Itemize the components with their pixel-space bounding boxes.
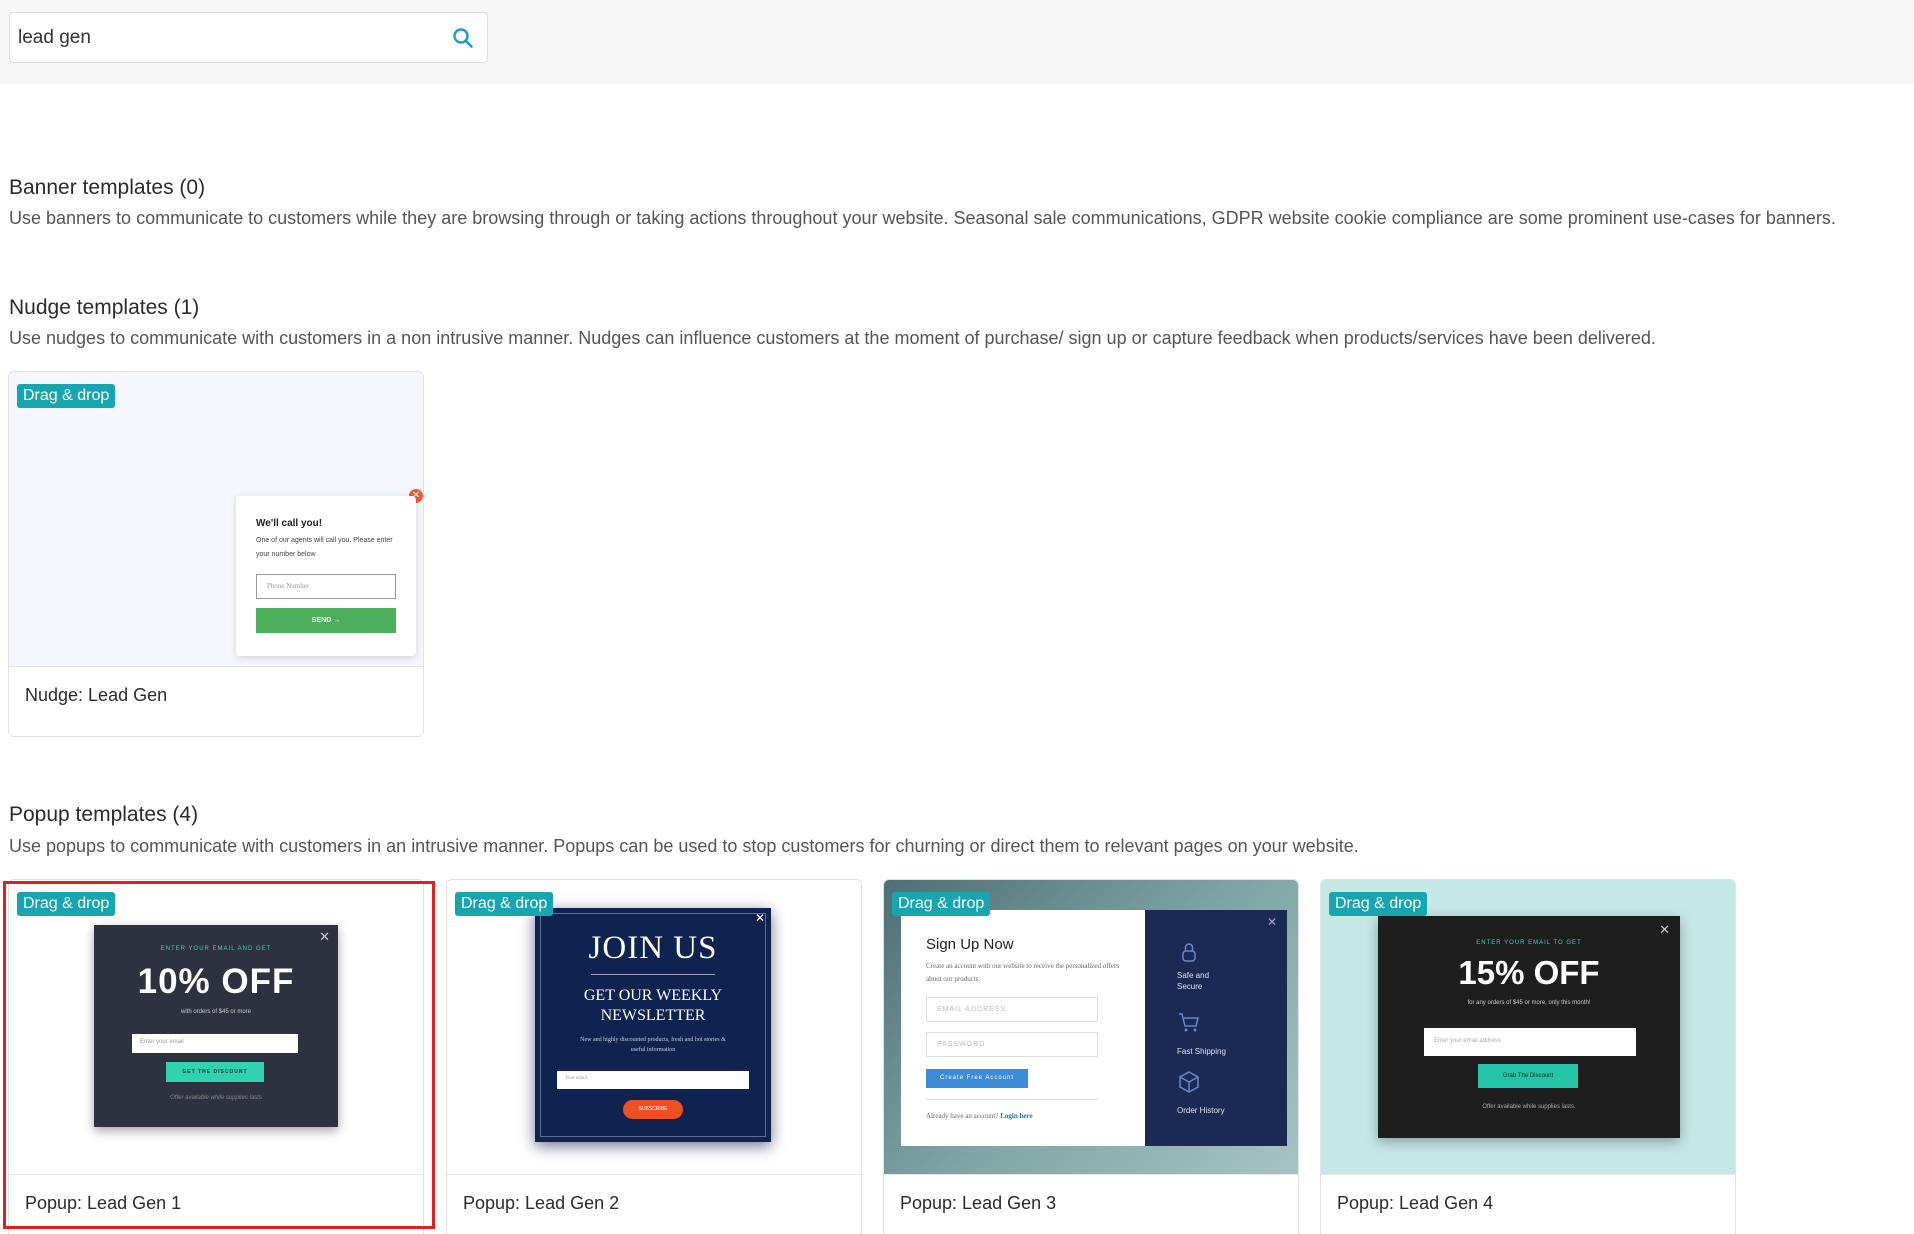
preview-subheadline: GET OUR WEEKLY NEWSLETTER [535,986,771,1026]
preview-footer: Already have an account? Login here [926,1112,1033,1120]
preview-email-field: Enter your email [132,1034,298,1053]
card-caption: Popup: Lead Gen 3 [900,1193,1057,1213]
preview-title: We'll call you! [256,518,323,529]
preview-divider [591,974,715,975]
preview-headline: JOIN US [588,930,718,966]
preview-email-field: Enter your email address [1424,1028,1636,1056]
template-thumbnail: Drag & drop ✕ ENTER YOUR EMAIL AND GET 1… [9,880,423,1174]
template-card-popup-lead-gen-4[interactable]: Drag & drop ✕ ENTER YOUR EMAIL TO GET 15… [1320,879,1736,1234]
preview-cta-button: Grab The Discount [1478,1064,1578,1088]
preview-headline: Sign Up Now [926,936,1014,953]
template-thumbnail: Drag & drop Sign Up Now Create an accoun… [884,880,1298,1174]
card-caption: Popup: Lead Gen 2 [463,1193,620,1213]
popup-section-description: Use popups to communicate with customers… [9,836,1359,856]
drag-drop-badge: Drag & drop [17,384,116,408]
popup-preview: ✕ ENTER YOUR EMAIL AND GET 10% OFF with … [94,925,338,1127]
template-card-popup-lead-gen-1[interactable]: Drag & drop ✕ ENTER YOUR EMAIL AND GET 1… [8,879,424,1234]
banner-section-title: Banner templates (0) [9,176,206,199]
card-divider [884,1174,1298,1175]
template-thumbnail: Drag & drop ✕ ENTER YOUR EMAIL TO GET 15… [1321,880,1735,1174]
preview-kicker: ENTER YOUR EMAIL AND GET [160,946,272,952]
card-caption: Nudge: Lead Gen [25,685,168,705]
template-card-popup-lead-gen-2[interactable]: Drag & drop ✕ JOIN US GET OUR WEEKLY NEW… [446,879,862,1234]
popup-section-title: Popup templates (4) [9,803,199,826]
preview-subtitle: New and highly discounted products, fres… [580,1037,726,1053]
card-divider [1321,1174,1735,1175]
preview-divider [926,1099,1098,1100]
close-icon: ✕ [754,911,765,925]
preview-email-field: EMAIL ADDRESS [926,997,1098,1022]
preview-headline: 10% OFF [137,962,295,1001]
preview-headline: 15% OFF [1458,954,1600,991]
card-divider [9,1174,423,1175]
preview-footer: Offer available while supplies lasts. [1482,1104,1576,1110]
popup-preview-form: Sign Up Now Create an account with our w… [901,910,1145,1146]
popup-preview: ✕ ENTER YOUR EMAIL TO GET 15% OFF for an… [1378,916,1680,1138]
box-icon [1179,1071,1199,1093]
close-icon: ✕ [1659,922,1670,937]
feature-label: Safe and Secure [1177,971,1210,991]
popup-preview: ✕ JOIN US GET OUR WEEKLY NEWSLETTER New … [535,908,771,1142]
preview-subtitle: One of our agents will call you. Please … [256,537,393,558]
preview-email-field: Your email [557,1071,749,1089]
preview-password-field: PASSWORD [926,1032,1098,1057]
card-caption: Popup: Lead Gen 1 [25,1193,182,1213]
close-icon: ✕ [319,929,330,944]
search-input[interactable] [18,13,438,62]
preview-subtitle: for any orders of $45 or more, only this… [1467,1000,1591,1006]
cart-icon [1179,1013,1199,1032]
preview-subheadline-line-2: NEWSLETTER [600,1007,706,1024]
card-divider [447,1174,861,1175]
search-box[interactable] [9,12,488,63]
template-thumbnail: Drag & drop ✕ We'll call you! One of our… [9,372,423,666]
preview-create-account-button: Create Free Account [926,1069,1028,1088]
drag-drop-badge: Drag & drop [1329,892,1428,916]
preview-subtitle: Create an account with our website to re… [926,962,1120,983]
preview-subscribe-button: SUBSCRIBE [623,1100,683,1119]
preview-cta-button: GET THE DISCOUNT [166,1062,264,1082]
preview-subtitle: with orders of $45 or more [180,1009,252,1015]
drag-drop-badge: Drag & drop [17,892,116,916]
feature-label: Order History [1177,1106,1225,1115]
top-bar [0,0,1914,84]
card-divider [9,666,423,667]
preview-footer-text: Already have an account? [926,1112,999,1120]
preview-subheadline-line-1: GET OUR WEEKLY [583,987,723,1004]
preview-phone-field: Phone Number [256,574,396,599]
lock-icon [1182,943,1196,962]
preview-footer: Offer available while supplies lasts [170,1095,262,1101]
search-icon[interactable] [451,26,475,50]
template-card-nudge-lead-gen[interactable]: Drag & drop ✕ We'll call you! One of our… [8,371,424,737]
feature-label: Fast Shipping [1177,1047,1226,1056]
nudge-section-description: Use nudges to communicate with customers… [9,328,1656,348]
nudge-section-title: Nudge templates (1) [9,296,200,319]
nudge-preview: We'll call you! One of our agents will c… [236,496,416,656]
card-caption: Popup: Lead Gen 4 [1337,1193,1494,1213]
banner-section-description: Use banners to communicate to customers … [9,208,1836,228]
preview-login-link: Login here [1000,1112,1033,1120]
preview-kicker: ENTER YOUR EMAIL TO GET [1476,940,1582,946]
preview-send-button: SEND → [256,608,396,633]
popup-preview-features: ✕ Safe and Secure Fast Shipping Order Hi… [1145,910,1287,1146]
template-card-popup-lead-gen-3[interactable]: Drag & drop Sign Up Now Create an accoun… [883,879,1299,1234]
drag-drop-badge: Drag & drop [892,892,991,916]
template-thumbnail: Drag & drop ✕ JOIN US GET OUR WEEKLY NEW… [447,880,861,1174]
drag-drop-badge: Drag & drop [455,892,554,916]
close-icon: ✕ [1266,915,1277,929]
